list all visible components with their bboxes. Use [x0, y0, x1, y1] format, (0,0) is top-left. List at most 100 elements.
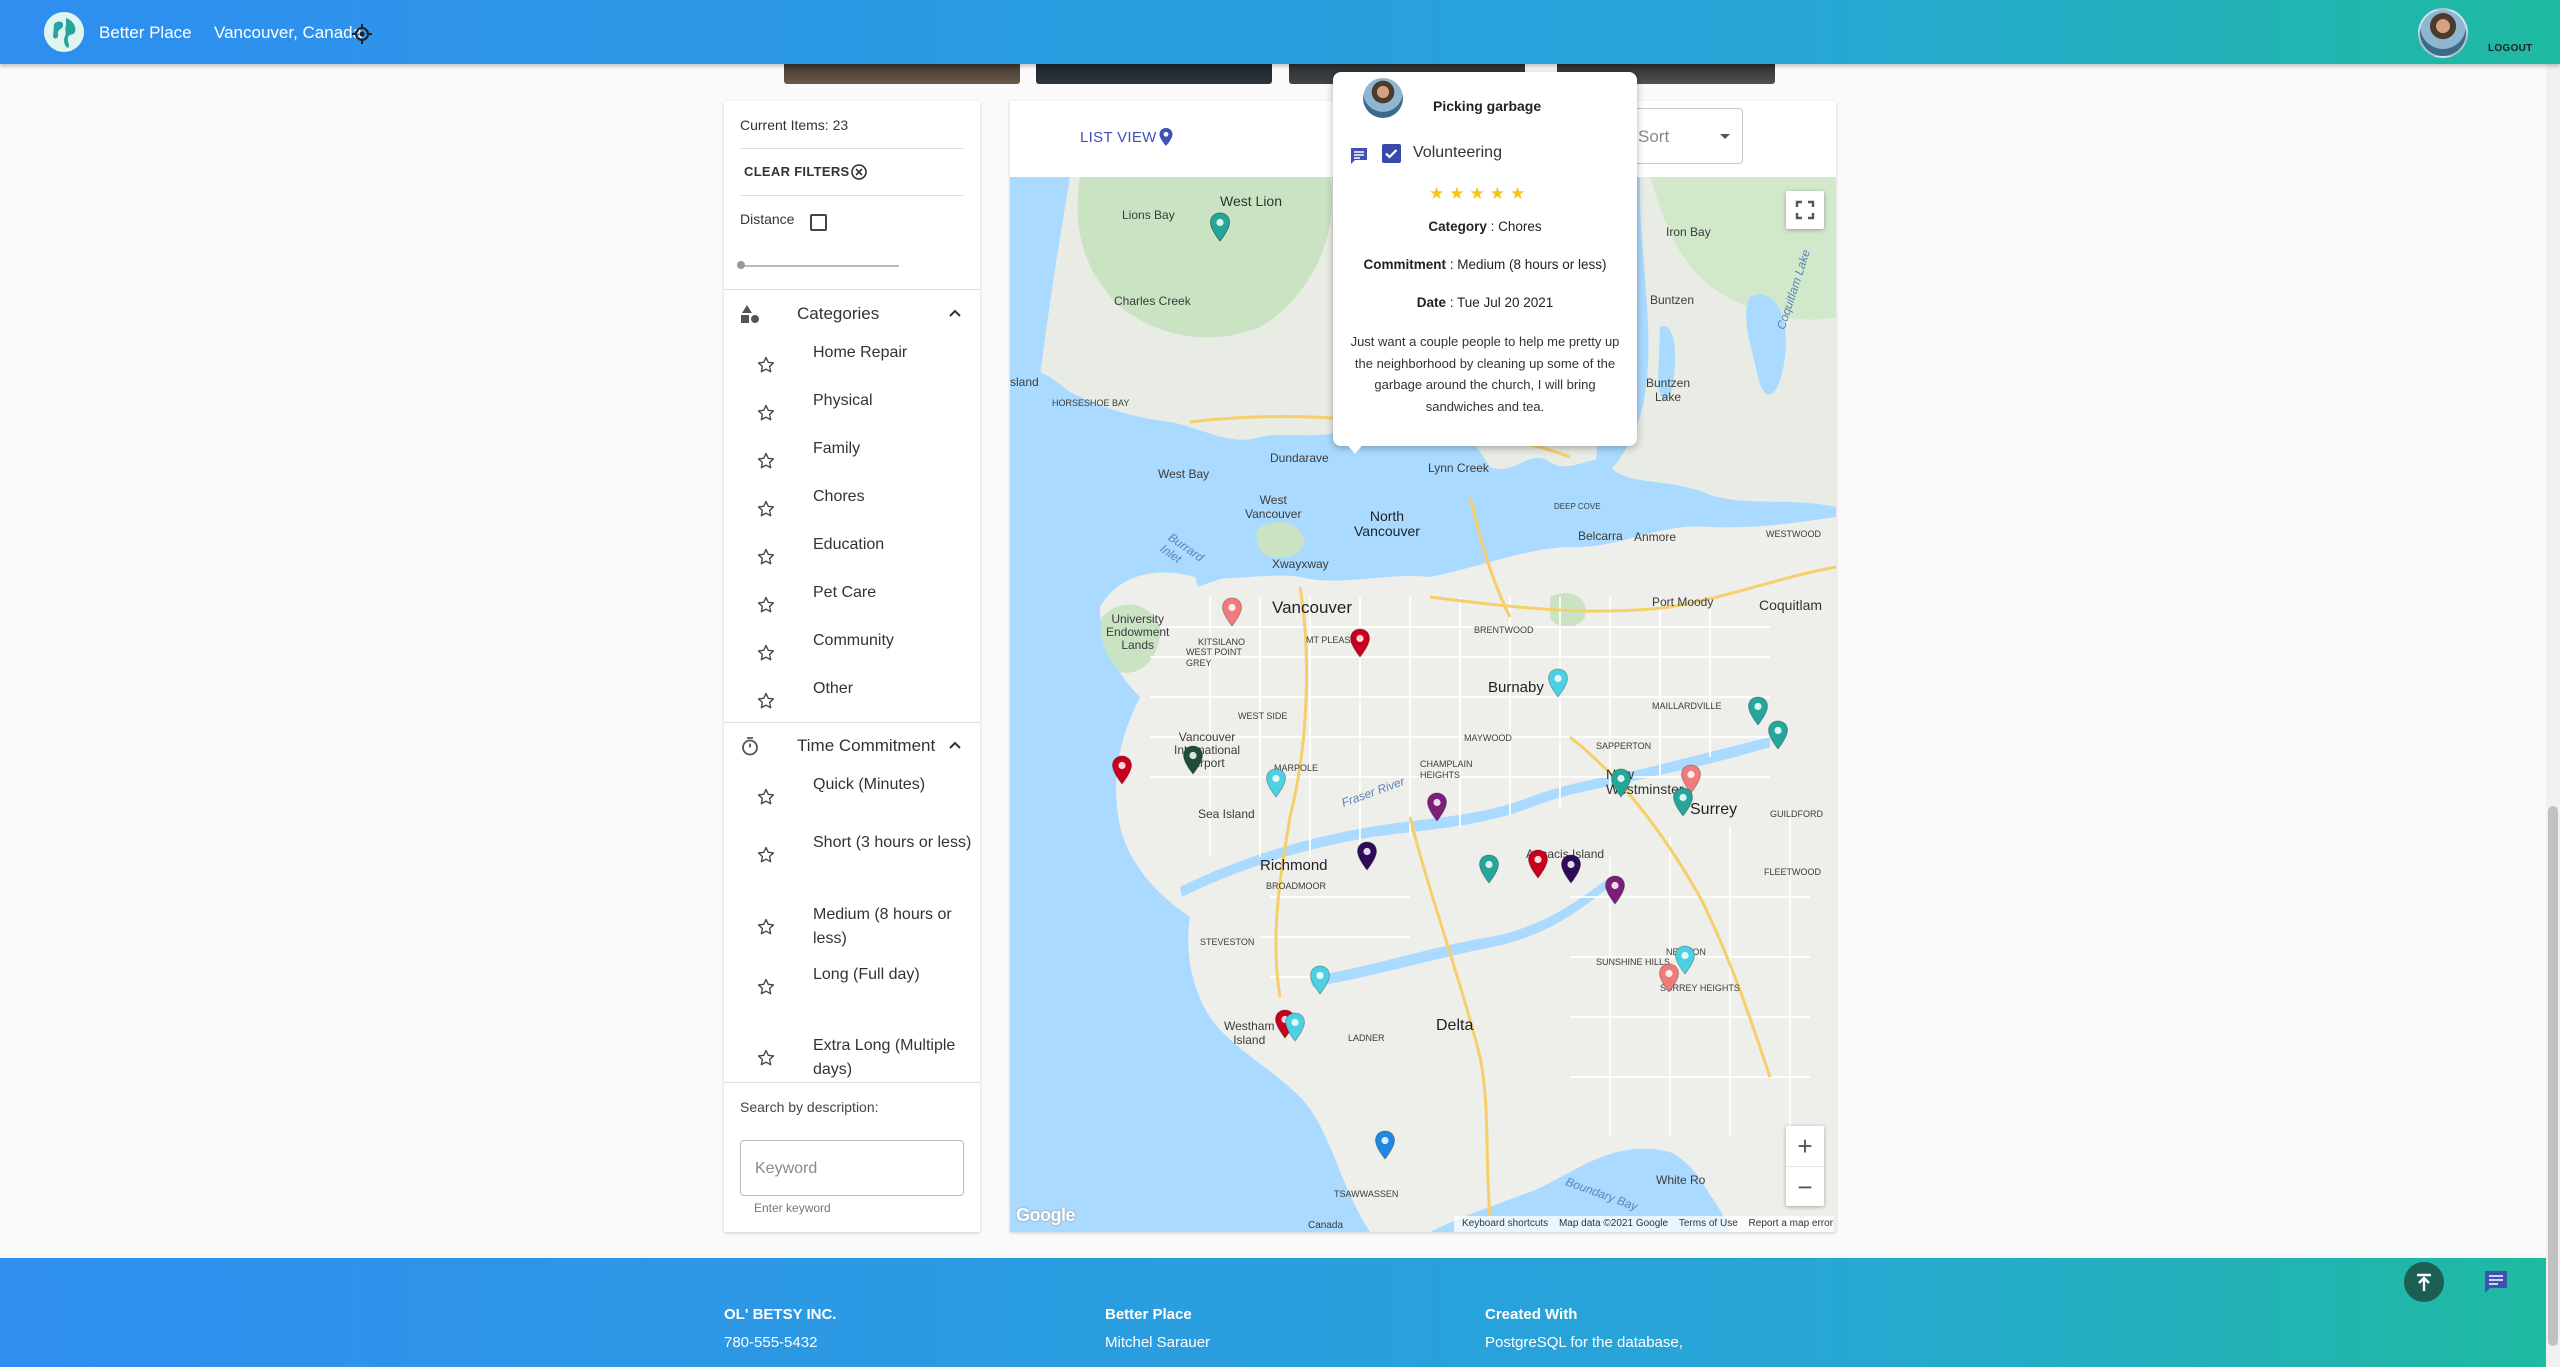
filter-item-home-repair[interactable]: Home Repair	[724, 341, 980, 389]
star-outline-icon[interactable]	[756, 595, 776, 615]
map-marker-icon[interactable]	[1356, 841, 1378, 871]
distance-checkbox[interactable]	[810, 214, 827, 231]
filter-sidebar: Current Items: 23 CLEAR FILTERS Distance…	[724, 101, 980, 1232]
filter-item-chores[interactable]: Chores	[724, 485, 980, 533]
map-marker-icon[interactable]	[1111, 755, 1133, 785]
map-label: MAILLARDVILLE	[1652, 701, 1722, 711]
zoom-out-button[interactable]: −	[1786, 1166, 1824, 1206]
footer-phone[interactable]: 780-555-5432	[724, 1334, 817, 1351]
map-marker-icon[interactable]	[1349, 628, 1371, 658]
chevron-up-icon[interactable]	[946, 737, 964, 755]
commitment-label: Commitment	[1363, 257, 1446, 272]
filter-item-long-full-day[interactable]: Long (Full day)	[724, 963, 980, 1011]
star-outline-icon[interactable]	[756, 787, 776, 807]
terms-of-use-link[interactable]: Terms of Use	[1679, 1218, 1738, 1229]
distance-slider-thumb[interactable]	[737, 261, 745, 269]
map-marker-icon[interactable]	[1672, 787, 1694, 818]
map-marker-icon[interactable]	[1560, 854, 1582, 884]
caret-down-icon	[1720, 134, 1730, 139]
popup-category: Category : Chores	[1333, 219, 1637, 234]
keyword-input[interactable]	[755, 1159, 945, 1179]
filter-item-quick-minutes[interactable]: Quick (Minutes)	[724, 773, 980, 821]
distance-label: Distance	[740, 211, 795, 227]
filter-item-label: Other	[813, 680, 854, 697]
scroll-top-button[interactable]	[2404, 1262, 2444, 1302]
zoom-in-button[interactable]: +	[1786, 1126, 1824, 1166]
brand-name[interactable]: Better Place	[99, 23, 192, 43]
map-label: North Vancouver	[1354, 508, 1420, 539]
chat-icon[interactable]	[1349, 146, 1369, 166]
user-avatar[interactable]	[2418, 8, 2468, 58]
map-marker-icon[interactable]	[1182, 745, 1204, 775]
filter-item-other[interactable]: Other	[724, 677, 980, 725]
google-logo[interactable]: Google	[1016, 1205, 1076, 1226]
map-marker-icon[interactable]	[1374, 1130, 1396, 1160]
map-label: Vancouver	[1272, 598, 1353, 617]
list-view-button[interactable]: LIST VIEW	[1080, 129, 1157, 146]
map-marker-icon[interactable]	[1209, 212, 1231, 242]
popup-commitment: Commitment : Medium (8 hours or less)	[1333, 257, 1637, 272]
map-marker-icon[interactable]	[1527, 849, 1549, 880]
keyword-field[interactable]	[740, 1140, 964, 1196]
close-circle-icon[interactable]	[850, 163, 868, 181]
footer-author[interactable]: Mitchel Sarauer	[1105, 1334, 1210, 1351]
crosshair-icon[interactable]	[352, 24, 372, 44]
map-marker-icon[interactable]	[1604, 875, 1626, 906]
filter-item-short-3-hours-or-less[interactable]: Short (3 hours or less)	[724, 819, 980, 891]
categories-header[interactable]: Categories	[724, 293, 980, 333]
map-marker-icon[interactable]	[1478, 854, 1500, 884]
star-outline-icon[interactable]	[756, 355, 776, 375]
clear-filters-button[interactable]: CLEAR FILTERS	[744, 164, 850, 179]
map-marker-icon[interactable]	[1547, 668, 1569, 699]
map-marker-icon[interactable]	[1265, 768, 1287, 798]
map-marker-icon[interactable]	[1658, 963, 1680, 994]
date-value: : Tue Jul 20 2021	[1445, 295, 1554, 310]
commitment-value: : Medium (8 hours or less)	[1445, 257, 1607, 272]
current-location[interactable]: Vancouver, Canada	[214, 23, 362, 43]
chat-button[interactable]	[2476, 1262, 2516, 1302]
star-outline-icon[interactable]	[756, 643, 776, 663]
carousel-image[interactable]	[1036, 62, 1272, 84]
report-map-error-link[interactable]: Report a map error	[1749, 1218, 1833, 1229]
chevron-up-icon[interactable]	[946, 305, 964, 323]
filter-item-community[interactable]: Community	[724, 629, 980, 677]
filter-item-education[interactable]: Education	[724, 533, 980, 581]
shapes-icon	[741, 305, 759, 323]
star-outline-icon[interactable]	[756, 499, 776, 519]
map-pin-icon[interactable]	[1158, 127, 1174, 147]
scrollbar-thumb[interactable]	[2548, 806, 2558, 1346]
volunteering-checkbox[interactable]	[1382, 144, 1401, 163]
star-outline-icon[interactable]	[756, 451, 776, 471]
map-label: Coquitlam	[1759, 597, 1823, 613]
star-outline-icon[interactable]	[756, 403, 776, 423]
filter-item-extra-long-multiple-days[interactable]: Extra Long (Multiple days)	[724, 1022, 980, 1094]
logout-button[interactable]: LOGOUT	[2488, 43, 2533, 54]
date-label: Date	[1416, 295, 1446, 310]
star-outline-icon[interactable]	[756, 917, 776, 937]
chat-icon	[2485, 1271, 2507, 1293]
map-marker-icon[interactable]	[1610, 768, 1632, 798]
keyboard-shortcuts-link[interactable]: Keyboard shortcuts	[1462, 1218, 1548, 1229]
filter-item-family[interactable]: Family	[724, 437, 980, 485]
star-outline-icon[interactable]	[756, 845, 776, 865]
map-marker-icon[interactable]	[1747, 696, 1769, 726]
map-marker-icon[interactable]	[1426, 792, 1448, 822]
star-outline-icon[interactable]	[756, 1048, 776, 1068]
star-outline-icon[interactable]	[756, 691, 776, 711]
distance-slider[interactable]	[739, 265, 899, 267]
star-outline-icon[interactable]	[756, 547, 776, 567]
map-marker-icon[interactable]	[1767, 720, 1789, 751]
map-marker-icon[interactable]	[1309, 965, 1331, 995]
filter-item-medium-8-hours-or-less[interactable]: Medium (8 hours or less)	[724, 891, 980, 963]
map-marker-icon[interactable]	[1221, 597, 1243, 627]
time-commitment-header[interactable]: Time Commitment	[724, 725, 980, 765]
filter-item-physical[interactable]: Physical	[724, 389, 980, 437]
globe-icon[interactable]	[44, 12, 84, 52]
carousel-image[interactable]	[784, 62, 1020, 84]
filter-item-pet-care[interactable]: Pet Care	[724, 581, 980, 629]
map-label: BRENTWOOD	[1474, 625, 1534, 635]
star-outline-icon[interactable]	[756, 977, 776, 997]
map-marker-icon[interactable]	[1284, 1012, 1306, 1043]
fullscreen-button[interactable]	[1786, 191, 1824, 229]
poster-avatar[interactable]	[1363, 78, 1403, 118]
